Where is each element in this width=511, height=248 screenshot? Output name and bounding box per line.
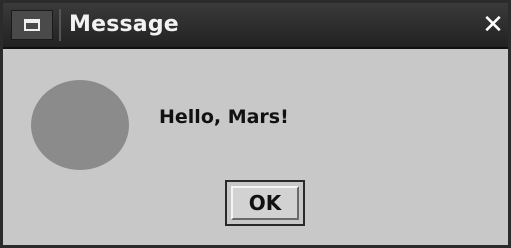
window-menu-icon [24, 19, 40, 31]
dialog-message: Hello, Mars! [159, 106, 289, 128]
ok-button[interactable]: OK [225, 180, 305, 226]
close-icon: ✕ [482, 10, 504, 40]
title-bar[interactable]: Message ✕ [3, 3, 508, 49]
window-menu-button[interactable] [11, 10, 53, 40]
ok-button-face[interactable]: OK [231, 186, 299, 220]
ok-button-label: OK [248, 191, 282, 215]
circle-placeholder-icon [31, 80, 129, 170]
window-title: Message [69, 12, 179, 37]
title-separator [59, 9, 61, 41]
message-dialog-window: Message ✕ Hello, Mars! OK [0, 0, 511, 248]
close-button[interactable]: ✕ [479, 10, 507, 40]
